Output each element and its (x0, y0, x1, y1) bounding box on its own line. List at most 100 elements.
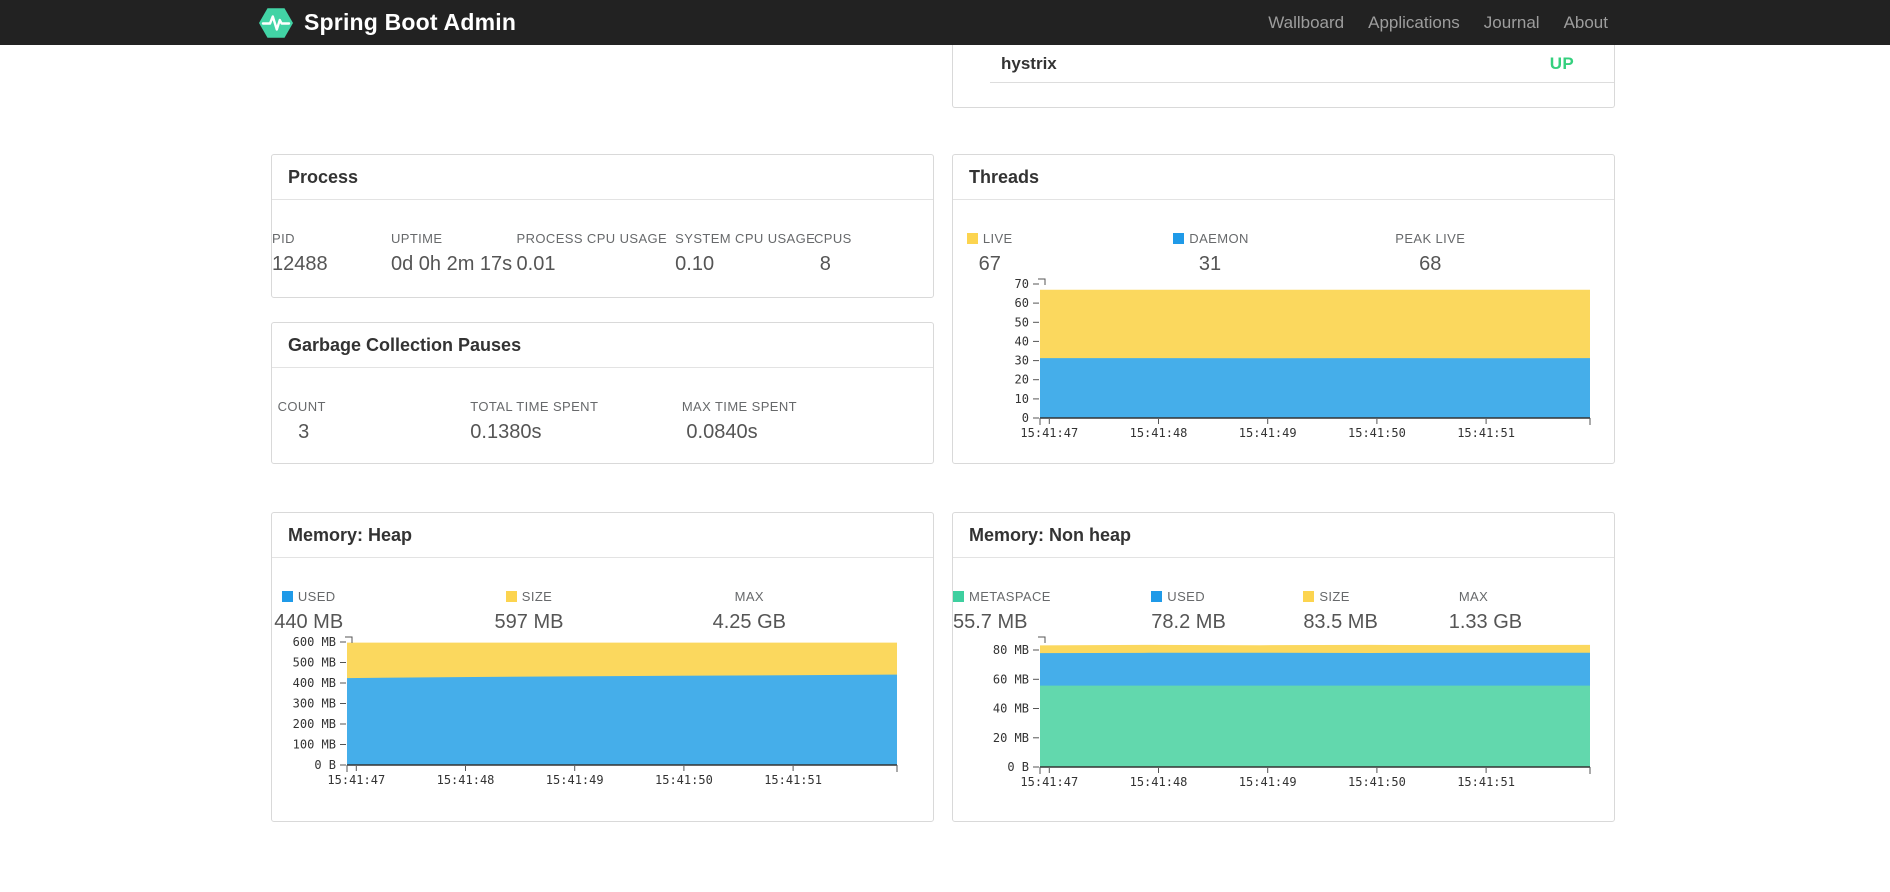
threads-card: Threads LIVE 67 DAEMON 31 PEAK LIVE 68 0… (952, 154, 1615, 464)
card-title: Process (272, 155, 933, 200)
nav-link[interactable]: About (1552, 13, 1620, 33)
metric-label: METASPACE (953, 590, 1050, 604)
card-title: Memory: Heap (272, 513, 933, 558)
brand[interactable]: Spring Boot Admin (258, 0, 516, 45)
threads-area-chart: 0 10 20 30 40 50 60 70 15:41:47 15:41:48 15:41:49 1… (953, 276, 1614, 451)
legend-item: USED 440 MB (272, 590, 492, 634)
svg-text:15:41:47: 15:41:47 (1020, 775, 1078, 789)
metric-value: 597 MB (494, 611, 564, 633)
metric-label: SYSTEM CPU USAGE (675, 231, 816, 246)
nav-link[interactable]: Applications (1356, 13, 1472, 33)
nonheap-svg: 0 B 20 MB 40 MB 60 MB 80 MB 15:41:47 15:41:48 1… (993, 636, 1591, 789)
svg-text:15:41:51: 15:41:51 (1457, 426, 1515, 440)
svg-text:300 MB: 300 MB (293, 697, 336, 711)
application-status-card: hystrix UP (952, 45, 1615, 108)
svg-text:30: 30 (1015, 354, 1029, 368)
metric-value: 3 (298, 421, 310, 443)
heap-svg: 0 B 100 MB 200 MB 300 MB 400 MB 500 MB 600 MB 1… (293, 635, 898, 787)
svg-text:10: 10 (1015, 392, 1029, 406)
heap-legend: USED 440 MB SIZE 597 MB MAX 4.25 GB (272, 590, 933, 634)
metric-label: SIZE (1303, 590, 1349, 604)
svg-text:15:41:48: 15:41:48 (1130, 775, 1188, 789)
legend-swatch (1151, 591, 1163, 602)
metric-label: USED (1151, 590, 1205, 604)
legend-item: MAX 4.25 GB (713, 590, 933, 634)
metric-value: 31 (1198, 253, 1222, 275)
nonheap-legend: METASPACE 55.7 MB USED 78.2 MB SIZE 83.5… (953, 590, 1614, 634)
metric-label: CPUS (813, 231, 852, 246)
nav-link[interactable]: Journal (1472, 13, 1552, 33)
metric-label: USED (272, 590, 345, 604)
metric: MAX TIME SPENT 0.0840s (682, 400, 933, 444)
navbar-links: Wallboard Applications Journal About (1256, 0, 1620, 45)
svg-text:70: 70 (1015, 277, 1029, 291)
svg-text:15:41:50: 15:41:50 (1348, 426, 1406, 440)
threads-svg: 0 10 20 30 40 50 60 70 15:41:47 15:41:48 15:41:49 1… (1015, 277, 1591, 440)
heap-area-chart: 0 B 100 MB 200 MB 300 MB 400 MB 500 MB 600 MB 1… (272, 634, 933, 798)
process-metrics: PID 12488 UPTIME 0d 0h 2m 17s PROCESS CP… (272, 232, 933, 276)
nav-link[interactable]: Wallboard (1256, 13, 1356, 33)
svg-text:100 MB: 100 MB (293, 738, 336, 752)
metric-label: MAX (1458, 589, 1489, 604)
metric: COUNT 3 (272, 400, 470, 444)
svg-text:0 B: 0 B (1007, 760, 1029, 774)
svg-text:40 MB: 40 MB (993, 702, 1029, 716)
legend-item: USED 78.2 MB (1151, 590, 1303, 634)
metric-value: 0.0840s (686, 421, 758, 443)
svg-text:15:41:47: 15:41:47 (1020, 426, 1078, 440)
svg-text:40: 40 (1015, 334, 1029, 348)
svg-text:500 MB: 500 MB (293, 656, 336, 670)
metric-label: LIVE (953, 232, 1026, 246)
metric-value: 67 (978, 253, 1001, 275)
metric-value: 1.33 GB (1448, 611, 1523, 633)
metric-label: COUNT (277, 399, 326, 414)
svg-text:0: 0 (1022, 411, 1029, 425)
legend-swatch (966, 233, 978, 244)
metric-label: TOTAL TIME SPENT (470, 399, 599, 414)
status-badge: UP (1549, 53, 1574, 73)
metric-label: PID (272, 231, 295, 246)
metric-label: UPTIME (390, 231, 443, 246)
gc-metrics: COUNT 3 TOTAL TIME SPENT 0.1380s MAX TIM… (272, 400, 933, 444)
metric-value: 8 (819, 253, 831, 275)
svg-text:15:41:51: 15:41:51 (1457, 775, 1515, 789)
metric-label: SIZE (492, 590, 565, 604)
metric-value: 12488 (272, 253, 328, 275)
svg-text:15:41:48: 15:41:48 (1130, 426, 1188, 440)
legend-item: SIZE 597 MB (492, 590, 712, 634)
metric: TOTAL TIME SPENT 0.1380s (470, 400, 682, 444)
legend-item: MAX 1.33 GB (1449, 590, 1614, 634)
svg-text:15:41:49: 15:41:49 (1239, 426, 1297, 440)
metric: UPTIME 0d 0h 2m 17s (391, 232, 517, 276)
svg-text:20: 20 (1015, 373, 1029, 387)
svg-text:15:41:50: 15:41:50 (655, 773, 713, 787)
metric-value: 78.2 MB (1151, 611, 1226, 633)
application-name[interactable]: hystrix (1001, 54, 1057, 74)
memory-nonheap-card: Memory: Non heap METASPACE 55.7 MB USED … (952, 512, 1615, 822)
metric-label: DAEMON (1173, 232, 1248, 246)
legend-item: DAEMON 31 (1173, 232, 1393, 276)
svg-text:60 MB: 60 MB (993, 672, 1029, 686)
card-title: Threads (953, 155, 1614, 200)
legend-item: PEAK LIVE 68 (1394, 232, 1614, 276)
legend-item: METASPACE 55.7 MB (953, 590, 1151, 634)
svg-text:80 MB: 80 MB (993, 643, 1029, 657)
svg-text:50: 50 (1015, 315, 1029, 329)
legend-swatch (1303, 591, 1315, 602)
application-row[interactable]: hystrix UP (953, 45, 1614, 82)
svg-text:60: 60 (1015, 296, 1029, 310)
svg-text:400 MB: 400 MB (293, 676, 336, 690)
metric-value: 0d 0h 2m 17s (390, 253, 513, 275)
metric-label: PROCESS CPU USAGE (516, 231, 668, 246)
pulse-hexagon-logo-icon (259, 7, 293, 38)
row-divider (990, 82, 1614, 83)
navbar: Spring Boot Admin Wallboard Applications… (0, 0, 1890, 45)
svg-text:200 MB: 200 MB (293, 717, 336, 731)
legend-swatch (1173, 233, 1185, 244)
svg-text:15:41:48: 15:41:48 (437, 773, 495, 787)
metric-label: PEAK LIVE (1395, 231, 1466, 246)
brand-title: Spring Boot Admin (304, 9, 517, 35)
svg-text:15:41:49: 15:41:49 (546, 773, 604, 787)
metric: PID 12488 (272, 232, 391, 276)
metric-value: 0.1380s (470, 421, 542, 443)
